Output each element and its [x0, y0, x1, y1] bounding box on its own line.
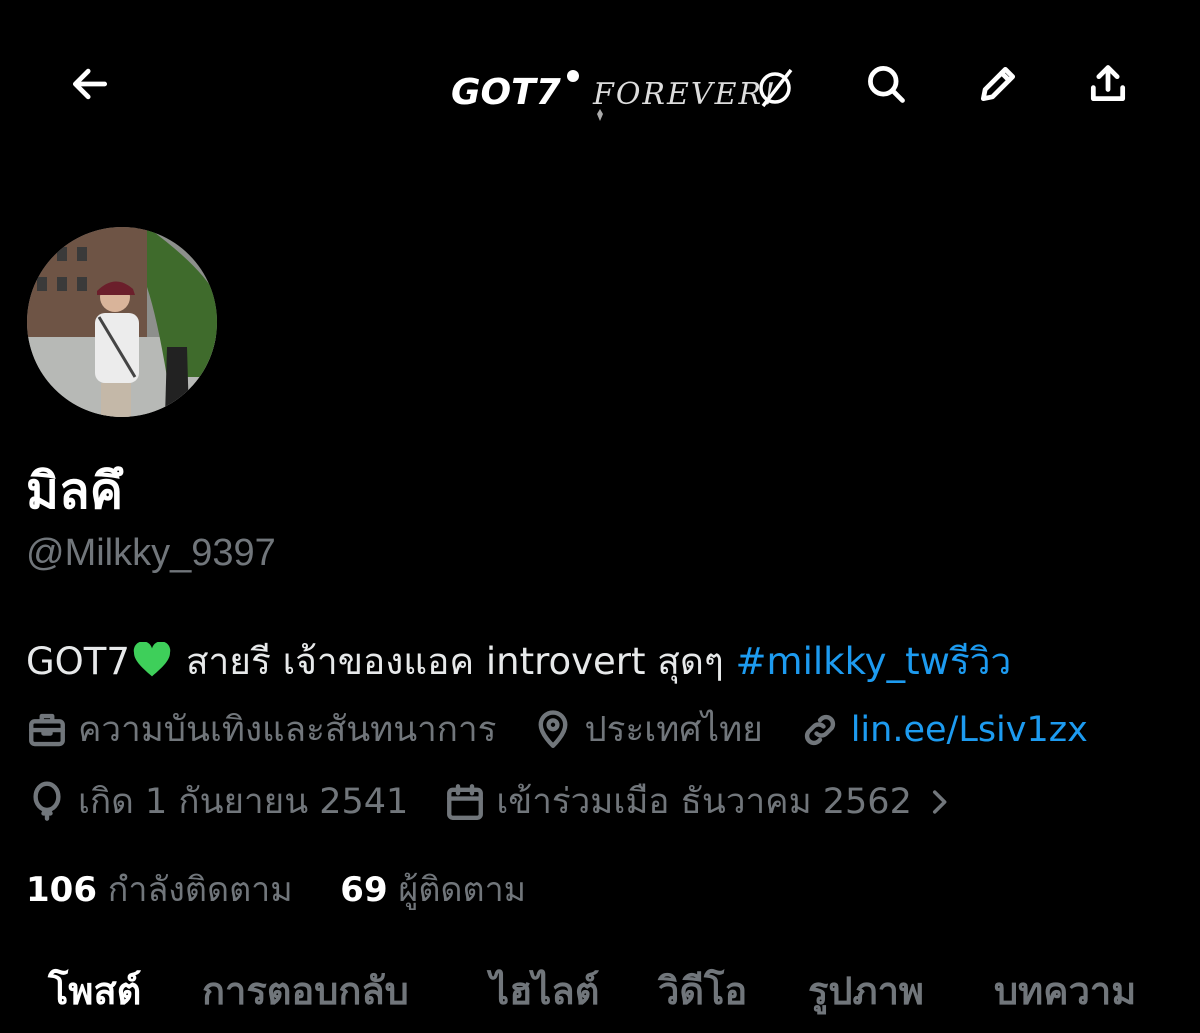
profile-header: GOT7 FOREVER! [0, 0, 1200, 170]
avatar-photo [27, 227, 217, 417]
location-item: ประเทศไทย [532, 702, 763, 757]
category-item: ความบันเทิงและสันทนาการ [26, 702, 496, 757]
joined-item[interactable]: เข้าร่วมเมือ ธันวาคม 2562 [444, 774, 956, 829]
tab-videos[interactable]: วิดีโอ [658, 960, 747, 1021]
birthday-text: เกิด 1 กันยายน 2541 [78, 782, 409, 822]
display-name: มิลคึ [26, 462, 124, 520]
search-icon [868, 66, 905, 103]
location-text: ประเทศไทย [584, 710, 763, 750]
tab-photos[interactable]: รูปภาพ [808, 960, 924, 1021]
banner-logo-text: GOT7 [451, 72, 561, 113]
followers-stat[interactable]: 69 ผู้ติดตาม [340, 870, 526, 910]
bio-hashtag[interactable]: #milkky_twรีวิว [736, 640, 1012, 683]
profile-tabs: โพสต์ การตอบกลับ ไฮไลต์ วิดีโอ รูปภาพ บท… [0, 960, 1200, 1033]
edit-button[interactable] [962, 48, 1034, 120]
banner-sub-text: FOREVER! [592, 77, 777, 112]
followers-count: 69 [340, 870, 388, 910]
arrow-left-icon [72, 68, 108, 100]
location-pin-icon [539, 709, 568, 748]
chevron-right-icon [932, 789, 947, 814]
birthday-item: เกิด 1 กันยายน 2541 [26, 774, 408, 829]
pencil-icon [980, 66, 1016, 102]
joined-text: เข้าร่วมเมือ ธันวาคม 2562 [496, 782, 912, 822]
balloon-icon [33, 780, 61, 821]
bio-rest: สายรี เจ้าของแอค introvert สุดๆ [185, 640, 724, 683]
follow-stats: 106 กำลังติดตาม 69 ผู้ติดตาม [26, 862, 526, 916]
green-heart-icon [133, 642, 171, 677]
followers-label: ผู้ติดตาม [398, 870, 527, 910]
following-count: 106 [26, 870, 97, 910]
avatar[interactable] [24, 224, 220, 420]
category-text: ความบันเทิงและสันทนาการ [78, 710, 497, 750]
share-button[interactable] [1072, 48, 1144, 120]
profile-meta-row-2: เกิด 1 กันยายน 2541 เข้าร่วมเมือ ธันวาคม… [26, 774, 992, 829]
website-link[interactable]: lin.ee/Lsiv1zx [851, 710, 1088, 750]
tab-replies[interactable]: การตอบกลับ [202, 960, 409, 1021]
tab-posts[interactable]: โพสต์ [48, 960, 141, 1021]
search-button[interactable] [850, 48, 922, 120]
share-icon [1090, 65, 1126, 102]
tab-highlights[interactable]: ไฮไลต์ [490, 960, 599, 1021]
user-handle: @Milkky_9397 [26, 532, 276, 574]
bio: GOT7 สายรี เจ้าของแอค introvert สุดๆ #mil… [26, 632, 1011, 691]
calendar-icon [447, 783, 484, 820]
link-icon [804, 714, 835, 745]
profile-meta-row-1: ความบันเทิงและสันทนาการ ประเทศไทย lin.ee… [26, 702, 1124, 757]
following-stat[interactable]: 106 กำลังติดตาม [26, 870, 293, 910]
briefcase-icon [29, 713, 65, 746]
banner-image: GOT7 FOREVER! [445, 62, 805, 134]
tab-articles[interactable]: บทความ [994, 960, 1136, 1021]
following-label: กำลังติดตาม [107, 870, 293, 910]
bio-text: GOT7 [26, 640, 130, 683]
back-button[interactable] [54, 48, 126, 120]
website-item[interactable]: lin.ee/Lsiv1zx [799, 709, 1088, 751]
